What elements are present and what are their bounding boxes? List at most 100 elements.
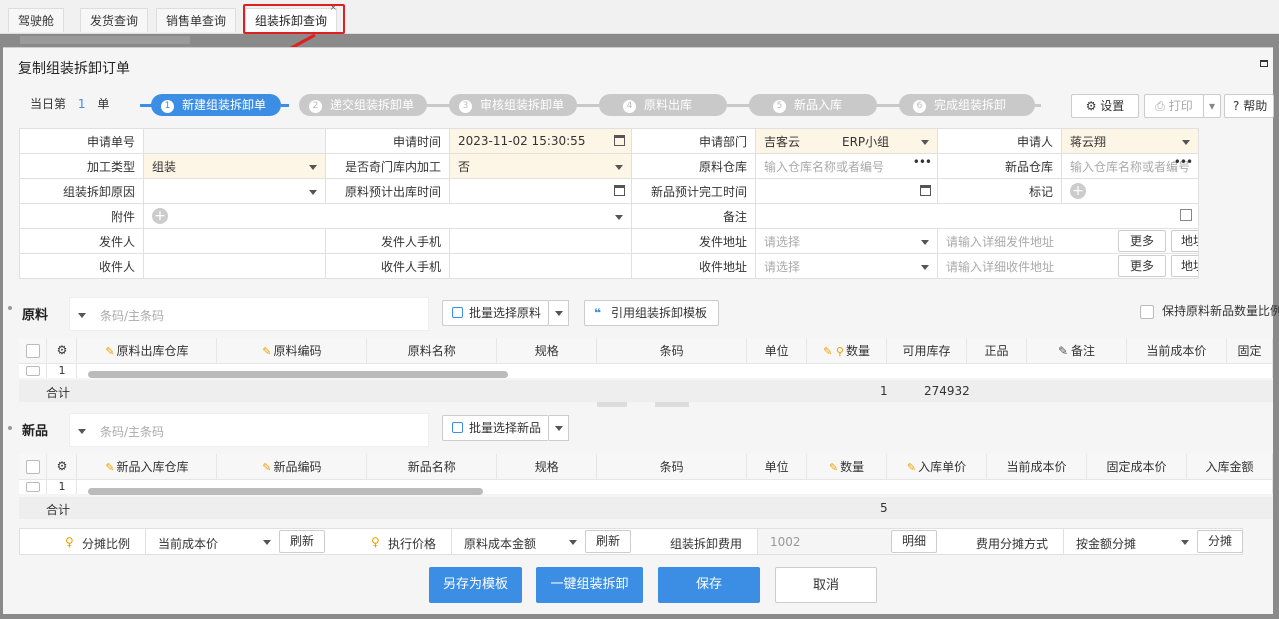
today-counter: 当日第 1 单 [30, 95, 109, 112]
raw-wh-input[interactable]: 输入仓库名称或者编号 ••• [755, 153, 938, 179]
reason-select[interactable] [143, 178, 326, 204]
chevron-down-icon [1181, 540, 1189, 545]
new-wh-input[interactable]: 输入仓库名称或者编号 ••• [1060, 153, 1200, 179]
new-horizontal-scrollbar[interactable] [88, 488, 483, 495]
add-attachment-icon[interactable]: + [152, 208, 168, 224]
ratio-select[interactable]: 当前成本价 [145, 529, 279, 554]
chevron-down-icon [1182, 140, 1191, 145]
apply-no-label: 申请单号 [19, 128, 144, 154]
applicant-label: 申请人 [937, 128, 1062, 154]
save-button[interactable]: 保存 [658, 567, 760, 603]
col-qty: ✎ ⚲ 数量 [806, 338, 888, 364]
chevron-down-icon[interactable] [78, 429, 86, 434]
gear-icon[interactable]: ⚙ [46, 338, 78, 364]
mark-label: 标记 [937, 178, 1062, 204]
raw-total-row: 合计 1 274932 [19, 380, 1273, 402]
col-remark: ✎ 备注 [1026, 338, 1127, 364]
sender-phone-input[interactable] [449, 228, 632, 254]
tab-sales-query[interactable]: 销售单查询 [156, 8, 237, 32]
pencil-icon: ✎ ⚲ [823, 344, 844, 358]
one-click-assembly-button[interactable]: 一键组装拆卸 [536, 567, 643, 603]
method-select[interactable]: 按金额分摊 [1063, 529, 1197, 554]
cross-dept-select[interactable]: 否 [449, 153, 632, 179]
row-index: 1 [46, 479, 78, 494]
proc-type-select[interactable]: 组装 [143, 153, 326, 179]
pencil-icon: ✎ [262, 344, 272, 358]
print-dropdown-button[interactable]: ▾ [1203, 94, 1221, 118]
sender-label: 发件人 [19, 228, 144, 254]
calendar-icon[interactable] [614, 185, 625, 196]
save-template-button[interactable]: 另存为模板 [429, 567, 522, 603]
step-3: 3 审核组装拆卸单 [449, 94, 577, 116]
raw-batch-dropdown[interactable] [549, 300, 569, 326]
sender-parse-button[interactable]: 地址解析 [1171, 230, 1198, 252]
receiver-more-button[interactable]: 更多 [1118, 255, 1166, 277]
receiver-phone-input[interactable] [449, 253, 632, 279]
help-button[interactable]: ? 帮助 [1224, 94, 1274, 118]
row-checkbox[interactable] [25, 366, 40, 376]
mark-field[interactable]: + [1060, 178, 1200, 204]
select-all-checkbox[interactable] [25, 459, 40, 474]
new-search-input[interactable]: 条码/主条码 [69, 413, 429, 447]
print-button[interactable]: ⎙ 打印 [1144, 94, 1204, 118]
fee-input[interactable]: 1002 [757, 529, 891, 554]
sender-input[interactable] [143, 228, 326, 254]
col-new-wh: ✎ 新品入库仓库 [76, 454, 218, 480]
receiver-region-select[interactable]: 请选择 [755, 253, 938, 279]
more-icon[interactable]: ••• [913, 155, 932, 169]
use-template-button[interactable]: ❝ 引用组装拆卸模板 [584, 300, 719, 326]
fee-detail-button[interactable]: 明细 [891, 530, 937, 553]
tab-shipping-query[interactable]: 发货查询 [80, 8, 149, 32]
settings-button[interactable]: ⚙ 设置 [1071, 94, 1139, 118]
raw-out-time-field[interactable] [449, 178, 632, 204]
calendar-icon[interactable] [920, 185, 931, 196]
col-qty: ✎ 数量 [806, 454, 888, 480]
gear-icon[interactable]: ⚙ [46, 454, 78, 480]
receiver-parse-button[interactable]: 地址解析 [1171, 255, 1198, 277]
keep-ratio-option[interactable]: 保持原料新品数量比例 [1140, 302, 1279, 319]
sender-more-button[interactable]: 更多 [1118, 230, 1166, 252]
dept-field[interactable]: 吉客云 ERP小组 [755, 128, 938, 154]
receiver-input[interactable] [143, 253, 326, 279]
select-all-checkbox[interactable] [25, 343, 40, 358]
remark-field[interactable] [754, 203, 1200, 229]
new-done-time-field[interactable] [755, 178, 938, 204]
applicant-field[interactable]: 蒋云翔 [1060, 128, 1200, 154]
keep-ratio-checkbox[interactable] [1140, 304, 1154, 319]
raw-search-input[interactable]: 条码/主条码 [69, 297, 429, 331]
more-icon[interactable]: ••• [1174, 155, 1193, 169]
raw-total-qty: 1 [880, 384, 888, 398]
today-suffix: 单 [97, 97, 110, 111]
splitter-handle[interactable] [597, 402, 627, 407]
step-1: 1 新建组装拆卸单 [151, 94, 281, 116]
sender-detail-input[interactable]: 请输入详细发件地址 更多 地址解析 [936, 228, 1200, 254]
split-button[interactable]: 分摊 [1197, 530, 1243, 553]
ratio-refresh-button[interactable]: 刷新 [279, 530, 325, 553]
apply-time-field[interactable]: 2023-11-02 15:30:55 [449, 128, 632, 154]
attach-field[interactable]: + [143, 203, 632, 229]
chevron-down-icon[interactable] [78, 313, 86, 318]
edit-icon[interactable] [1180, 209, 1193, 221]
splitter-handle[interactable] [655, 402, 689, 407]
calendar-icon[interactable] [614, 135, 625, 146]
new-batch-dropdown[interactable] [549, 415, 569, 441]
apply-no-field [143, 128, 326, 154]
cancel-button[interactable]: 取消 [775, 567, 877, 603]
raw-horizontal-scrollbar[interactable] [88, 371, 508, 378]
row-index: 1 [46, 363, 78, 378]
new-section-title: 新品 [22, 424, 49, 439]
maximize-icon[interactable] [1260, 60, 1268, 67]
col-spec: 规格 [496, 338, 598, 364]
pencil-icon: ✎ [262, 460, 272, 474]
dept-label: 申请部门 [631, 128, 756, 154]
receiver-detail-input[interactable]: 请输入详细收件地址 更多 地址解析 [936, 253, 1200, 279]
exec-select[interactable]: 原料成本金额 [451, 529, 585, 554]
row-checkbox[interactable] [25, 482, 40, 492]
add-mark-icon[interactable]: + [1070, 183, 1086, 199]
raw-batch-select-button[interactable]: 批量选择原料 [442, 300, 549, 326]
new-batch-select-button[interactable]: 批量选择新品 [442, 415, 549, 441]
sender-region-select[interactable]: 请选择 [755, 228, 938, 254]
col-fixed-cost: 固定成本价 [1086, 454, 1187, 480]
tab-cockpit[interactable]: 驾驶舱 [8, 8, 65, 32]
exec-refresh-button[interactable]: 刷新 [585, 530, 631, 553]
